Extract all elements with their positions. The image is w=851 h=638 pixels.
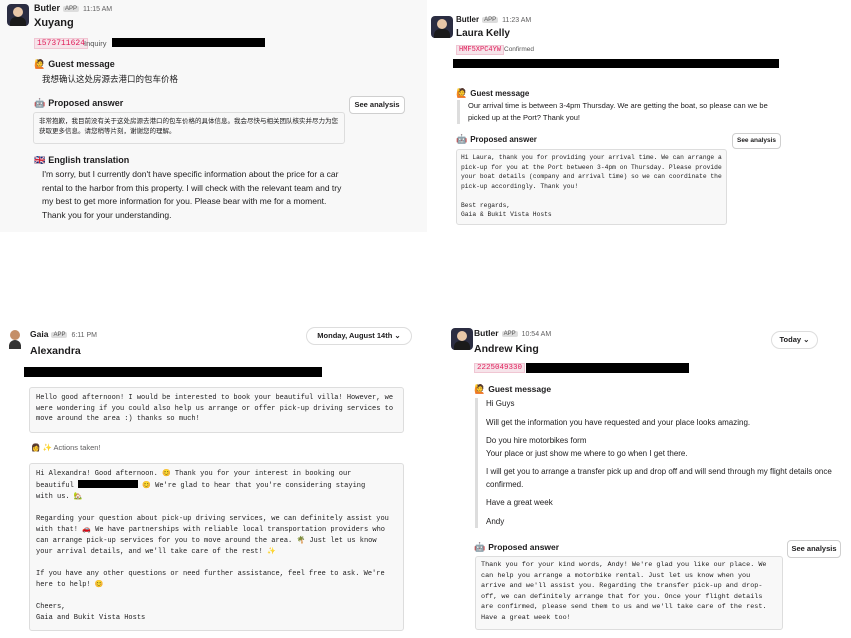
booking-code[interactable]: 2225049330 <box>474 363 526 373</box>
message-line: Do you hire motorbikes form <box>486 436 587 445</box>
redacted-block <box>453 59 779 68</box>
chevron-down-icon: ⌄ <box>803 335 810 344</box>
guest-message-text: Our arrival time is between 3-4pm Thursd… <box>457 100 783 124</box>
guest-message-box: Hello good afternoon! I would be interes… <box>29 387 404 433</box>
message-time[interactable]: 11:15 AM <box>83 6 112 13</box>
actions-taken: 👩 ✨ Actions taken! <box>31 443 101 452</box>
guest-message-text: 我想确认这处房源去港口的包车价格 <box>42 74 179 84</box>
date-divider-pill[interactable]: Monday, August 14th ⌄ <box>306 327 412 345</box>
panel-laura: Butler APP 11:23 AM Laura Kelly HMF5XPC4YW… <box>430 11 851 231</box>
reply-line-2-end: 😊 We're glad to hear that you're conside… <box>142 482 366 490</box>
booking-code[interactable]: HMF5XPC4YW <box>456 45 505 55</box>
sender-name[interactable]: Gaia <box>30 329 48 339</box>
booking-code-text: 1573711624 <box>37 39 86 48</box>
translation-title-text: English translation <box>48 155 130 165</box>
gaia-small-icon: 👩 <box>31 443 41 452</box>
butler-avatar[interactable] <box>451 328 473 350</box>
guest-message-title-text: Guest message <box>488 384 552 394</box>
chevron-down-icon: ⌄ <box>394 331 401 340</box>
robot-emoji-icon: 🤖 <box>34 98 46 108</box>
robot-emoji-icon: 🤖 <box>474 542 486 552</box>
see-analysis-button[interactable]: See analysis <box>787 540 841 558</box>
today-pill[interactable]: Today ⌄ <box>771 331 818 349</box>
butler-avatar[interactable] <box>431 16 453 38</box>
sender-line: Butler APP 10:54 AM <box>474 328 551 338</box>
sender-name[interactable]: Butler <box>474 328 499 338</box>
proposed-answer-title: 🤖 Proposed answer <box>474 542 559 553</box>
robot-emoji-icon: 🤖 <box>456 134 468 144</box>
guest-name: Alexandra <box>30 345 81 357</box>
proposed-answer-title-text: Proposed answer <box>48 98 124 108</box>
person-emoji-icon: 🙋 <box>456 88 468 98</box>
panel-xuyang: Butler APP 11:15 AM Xuyang 1573711624 Inqu… <box>0 0 427 232</box>
gaia-avatar[interactable] <box>4 327 26 349</box>
reply-line-2-start: beautiful <box>36 482 74 490</box>
proposed-answer-title: 🤖 Proposed answer <box>456 134 537 145</box>
today-pill-text: Today <box>779 335 802 344</box>
message-time[interactable]: 10:54 AM <box>522 331 552 338</box>
see-analysis-button[interactable]: See analysis <box>349 96 405 114</box>
sender-name[interactable]: Butler <box>34 3 60 13</box>
message-line: I will get you to arrange a transfer pic… <box>486 467 832 489</box>
message-line: Hi Guys <box>486 399 515 408</box>
actions-taken-text: ✨ Actions taken! <box>42 443 101 452</box>
message-time[interactable]: 11:23 AM <box>502 17 531 24</box>
butler-avatar[interactable] <box>7 4 29 26</box>
app-badge: APP <box>482 17 499 23</box>
message-line: Have a great week <box>486 498 553 507</box>
message-line: Andy <box>486 516 505 526</box>
guest-message-title: 🙋 Guest message <box>474 384 551 395</box>
message-line: Will get the information you have reques… <box>486 417 751 427</box>
guest-message-title: 🙋 Guest message <box>34 59 115 70</box>
message-line: Your place or just show me where to go w… <box>486 448 688 458</box>
panel-alexandra: Gaia APP 6:11 PM Monday, August 14th ⌄ Ale… <box>0 322 427 638</box>
reply-line-3: with us. 🏡 <box>36 493 83 501</box>
booking-code[interactable]: 1573711624 <box>34 38 89 49</box>
panel-andrew: Butler APP 10:54 AM Today ⌄ Andrew King 22… <box>447 322 851 638</box>
reply-line-2: beautiful 😊 We're glad to hear that you'… <box>36 480 397 492</box>
redacted-block <box>24 367 322 377</box>
person-emoji-icon: 🙋 <box>474 384 486 394</box>
guest-name: Andrew King <box>474 343 539 355</box>
proposed-answer-box: Hi Laura, thank you for providing your a… <box>456 149 727 225</box>
booking-status: Confirmed <box>504 46 534 53</box>
translation-title: 🇬🇧 English translation <box>34 155 129 166</box>
guest-message-quote: Hi Guys Will get the information you hav… <box>475 398 836 528</box>
proposed-answer-box: 非常抱歉，我目前没有关于这处房源去港口的包车价格的具体信息。我会尽快与相关团队核… <box>33 112 345 144</box>
guest-name: Xuyang <box>34 17 74 29</box>
sender-line: Gaia APP 6:11 PM <box>30 329 97 339</box>
booking-code-text: 2225049330 <box>477 364 523 372</box>
redacted-block <box>112 38 265 47</box>
sender-line: Butler APP 11:23 AM <box>456 15 531 24</box>
redacted-villa-name <box>78 480 139 488</box>
message-time[interactable]: 6:11 PM <box>71 332 97 339</box>
reply-signature: Cheers, Gaia and Bukit Vista Hosts <box>36 603 146 622</box>
guest-message-title: 🙋 Guest message <box>456 88 529 99</box>
see-analysis-button[interactable]: See analysis <box>732 133 781 149</box>
reply-para-3: If you have any other questions or need … <box>36 570 385 589</box>
guest-message-title-text: Guest message <box>48 59 115 69</box>
translation-text: I'm sorry, but I currently don't have sp… <box>42 169 342 220</box>
app-badge: APP <box>51 332 68 338</box>
reply-para-2: Regarding your question about pick-up dr… <box>36 515 389 556</box>
sender-line: Butler APP 11:15 AM <box>34 3 112 13</box>
redacted-block <box>526 363 689 373</box>
guest-name: Laura Kelly <box>456 28 510 39</box>
guest-message-title-text: Guest message <box>470 89 530 98</box>
booking-code-text: HMF5XPC4YW <box>459 46 502 54</box>
reply-box: Hi Alexandra! Good afternoon. 😊 Thank yo… <box>29 463 404 631</box>
proposed-answer-title: 🤖 Proposed answer <box>34 98 123 109</box>
proposed-answer-box: Thank you for your kind words, Andy! We'… <box>475 556 783 630</box>
person-emoji-icon: 🙋 <box>34 59 46 69</box>
app-badge: APP <box>501 331 518 337</box>
uk-flag-icon: 🇬🇧 <box>34 155 46 165</box>
app-badge: APP <box>63 6 80 12</box>
reply-line-1: Hi Alexandra! Good afternoon. 😊 Thank yo… <box>36 470 352 478</box>
date-pill-text: Monday, August 14th <box>317 331 393 340</box>
booking-status: Inquiry <box>84 39 107 48</box>
proposed-answer-title-text: Proposed answer <box>488 542 560 552</box>
sender-name[interactable]: Butler <box>456 15 479 24</box>
proposed-answer-title-text: Proposed answer <box>470 135 537 144</box>
